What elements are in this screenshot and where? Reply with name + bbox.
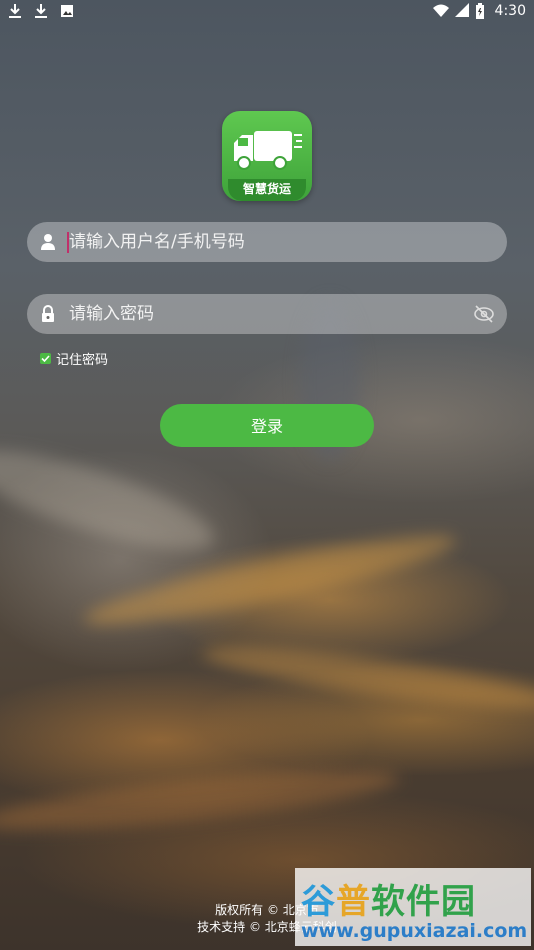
remember-checkbox[interactable] [40, 353, 51, 364]
toggle-password-visibility-icon[interactable] [473, 304, 495, 324]
app-logo-text: 智慧货运 [242, 182, 291, 196]
status-time: 4:30 [494, 3, 526, 19]
remember-password[interactable]: 记住密码 [40, 349, 108, 368]
download-icon [34, 3, 48, 19]
lock-icon [40, 305, 56, 323]
user-icon [40, 233, 56, 251]
password-input[interactable] [69, 294, 469, 334]
battery-icon [475, 3, 485, 19]
wifi-icon [432, 3, 449, 19]
download-icon [8, 3, 22, 19]
status-bar: 4:30 [0, 0, 534, 24]
watermark-url: www.gupuxiazai.com [301, 920, 528, 942]
truck-icon [234, 131, 302, 170]
photo-icon [60, 3, 74, 19]
signal-icon [454, 3, 469, 19]
password-field[interactable] [27, 294, 507, 334]
remember-label: 记住密码 [56, 353, 109, 368]
username-input[interactable] [69, 222, 469, 262]
username-field[interactable] [27, 222, 507, 262]
watermark-title: 谷普软件园 [301, 882, 476, 922]
app-logo: 智慧货运 [222, 111, 312, 201]
login-button[interactable]: 登录 [160, 404, 374, 447]
watermark: 谷普软件园 www.gupuxiazai.com [295, 868, 531, 946]
